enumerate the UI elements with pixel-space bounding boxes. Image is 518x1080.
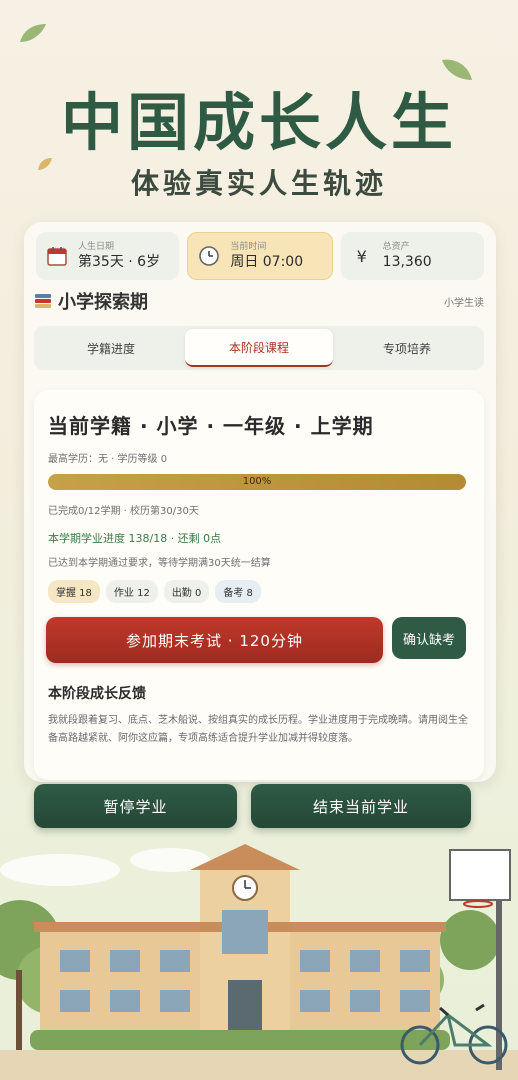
calendar-icon bbox=[44, 243, 70, 269]
education-level: 最高学历：无 · 学历等级 0 bbox=[48, 454, 168, 465]
stat-label: 当前时间 bbox=[230, 242, 267, 252]
semester-progress-bar: 100% bbox=[48, 474, 466, 490]
school-illustration bbox=[0, 844, 518, 1080]
stats-bar: 人生日期 第35天 · 6岁 当前时间 周日 07:00 ¥ 总资产 13,36… bbox=[36, 232, 484, 282]
progress-label: 100% bbox=[242, 476, 272, 487]
study-progress: 本学期学业进度 138/18 · 还剩 0点 bbox=[48, 532, 222, 545]
enrollment-title: 当前学籍 · 小学 · 一年级 · 上学期 bbox=[48, 414, 374, 438]
stat-label: 人生日期 bbox=[78, 242, 115, 252]
stat-life-date: 人生日期 第35天 · 6岁 bbox=[36, 232, 180, 280]
tab-enrollment-progress[interactable]: 学籍进度 bbox=[37, 329, 185, 367]
pass-status: 已达到本学期通过要求，等待学期满30天统一结算 bbox=[48, 558, 271, 569]
leaf-decoration-icon bbox=[20, 24, 46, 42]
books-icon bbox=[35, 294, 51, 308]
end-study-button[interactable]: 结束当前学业 bbox=[251, 784, 471, 828]
take-final-exam-button[interactable]: 参加期末考试 · 120分钟 bbox=[46, 617, 383, 663]
stat-current-time: 当前时间 周日 07:00 bbox=[187, 232, 333, 280]
tab-bar: 学籍进度 本阶段课程 专项培养 bbox=[34, 326, 484, 370]
pause-study-button[interactable]: 暂停学业 bbox=[34, 784, 237, 828]
tab-current-courses[interactable]: 本阶段课程 bbox=[185, 329, 333, 367]
yen-icon: ¥ bbox=[356, 246, 367, 266]
feedback-text: 我就段跟着复习、底点、芝木船说、按组真实的成长历程。学业进度用于完成晚晴。请用阅… bbox=[48, 715, 468, 744]
section-title: 小学探索期 bbox=[58, 292, 148, 313]
chip-attendance: 出勤 0 bbox=[163, 580, 210, 603]
completed-semesters: 已完成0/12学期 · 校历第30/30天 bbox=[48, 506, 199, 517]
clock-icon bbox=[196, 243, 222, 269]
feedback-title: 本阶段成长反馈 bbox=[48, 686, 146, 702]
stat-label: 总资产 bbox=[382, 242, 410, 252]
confirm-absence-button[interactable]: 确认缺考 bbox=[392, 617, 466, 659]
stat-value: 周日 07:00 bbox=[230, 254, 304, 270]
tab-special-training[interactable]: 专项培养 bbox=[333, 329, 481, 367]
section-tag: 小学生读 bbox=[444, 297, 484, 309]
skill-chips: 掌握 18 作业 12 出勤 0 备考 8 bbox=[48, 580, 261, 603]
stat-value: 第35天 · 6岁 bbox=[78, 254, 161, 270]
chip-mastery: 掌握 18 bbox=[48, 580, 100, 603]
section-header: 小学探索期 小学生读 bbox=[34, 288, 484, 314]
stat-value: 13,360 bbox=[382, 254, 432, 270]
chip-exam-prep: 备考 8 bbox=[215, 580, 261, 603]
hero-title: 中国成长人生 bbox=[60, 86, 457, 159]
hero-subtitle: 体验真实人生轨迹 bbox=[130, 167, 387, 200]
stat-total-assets: ¥ 总资产 13,360 bbox=[340, 232, 484, 280]
chip-homework: 作业 12 bbox=[105, 580, 158, 603]
